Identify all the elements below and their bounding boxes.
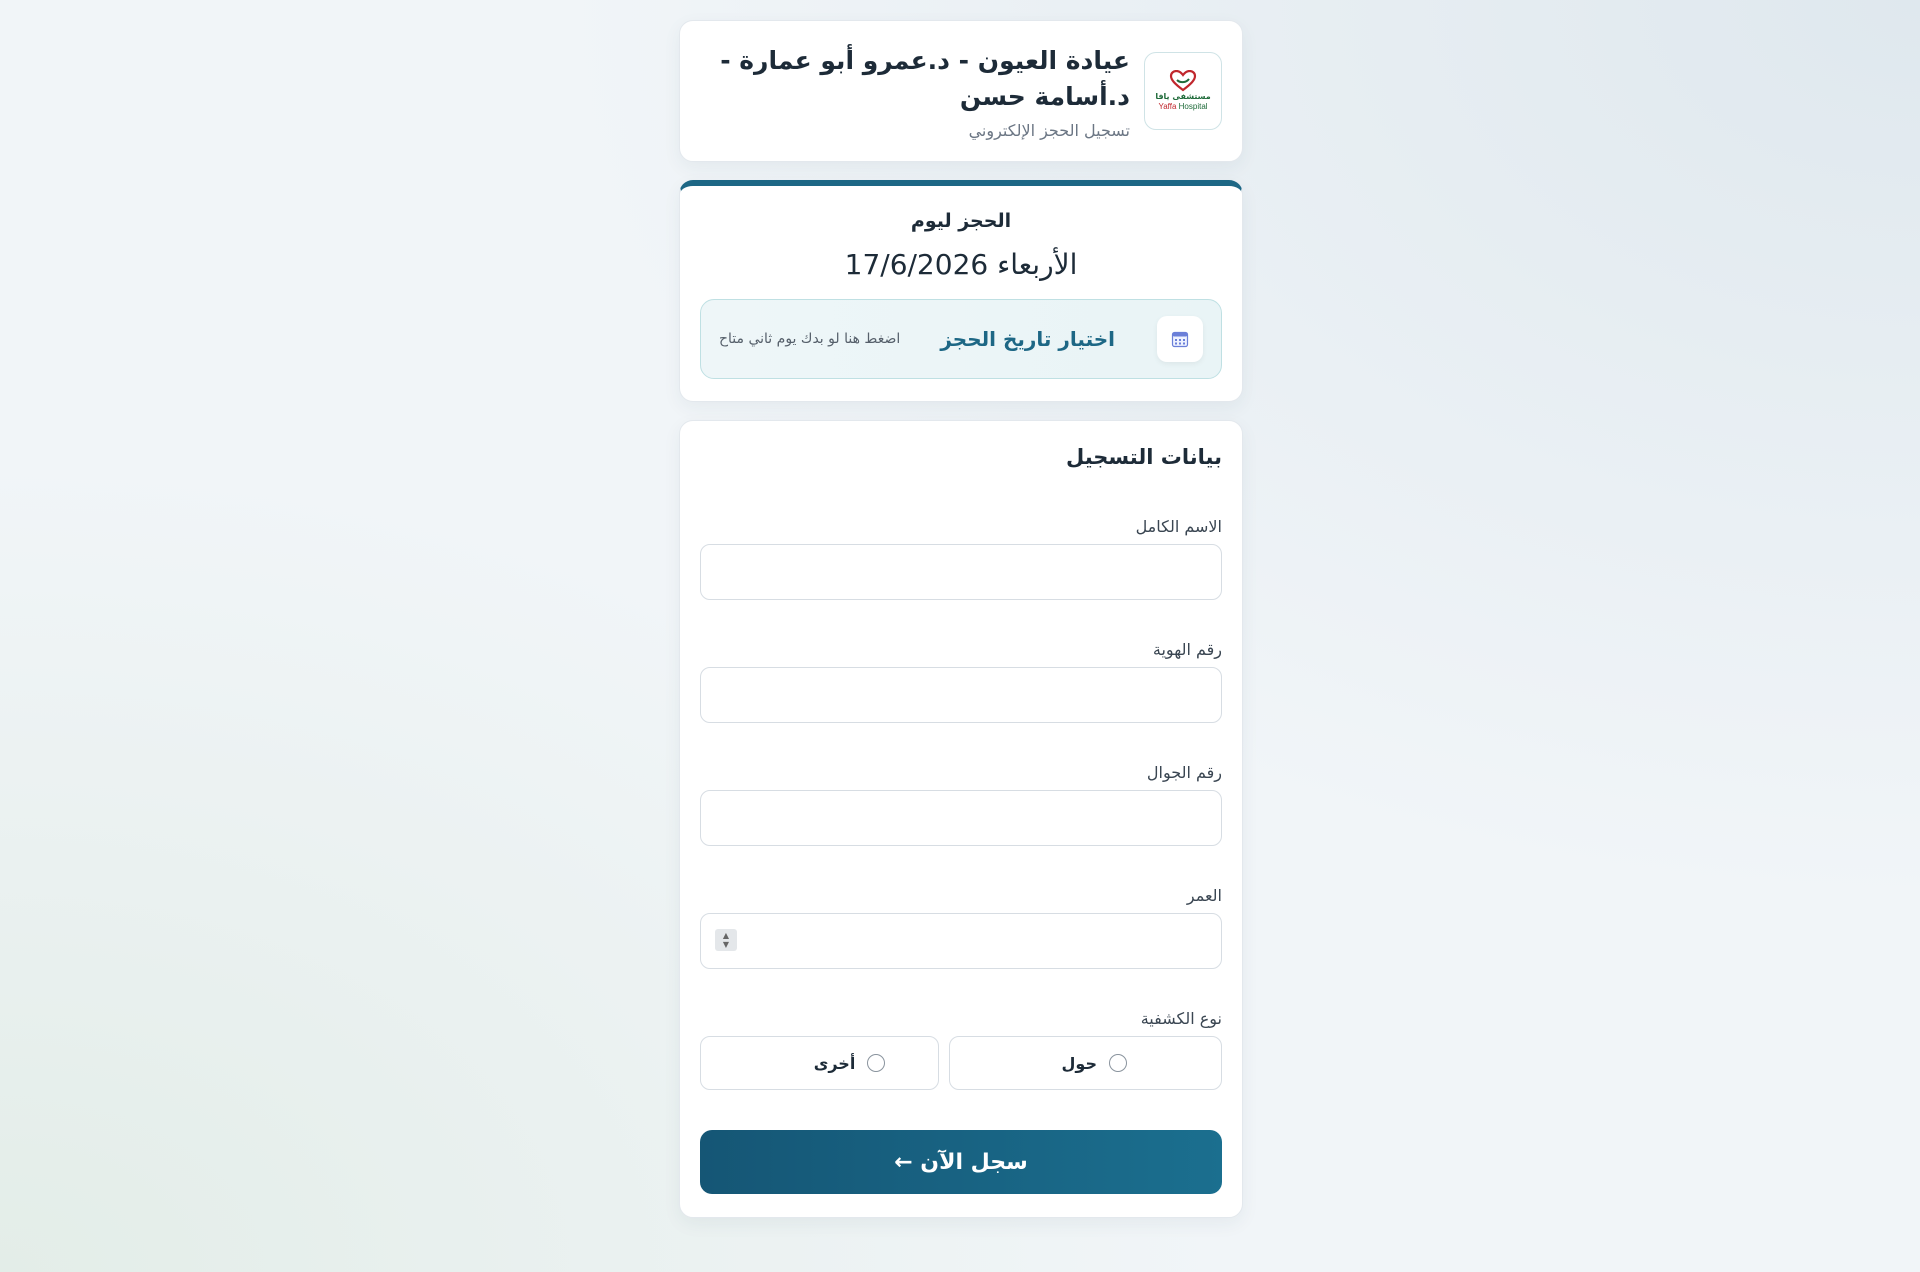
exam-type-option-other[interactable]: أخرى: [700, 1036, 939, 1090]
mobile-field: رقم الجوال: [700, 763, 1222, 846]
radio-button[interactable]: [867, 1054, 886, 1072]
age-spinner[interactable]: ▲ ▼: [715, 929, 737, 951]
logo-english-text: Yaffa Hospital: [1158, 102, 1208, 111]
full-name-field: الاسم الكامل: [700, 517, 1222, 600]
age-label: العمر: [1186, 886, 1222, 905]
heart-logo-icon: [1169, 70, 1197, 92]
logo-arabic-text: مستشفى يافا: [1155, 92, 1211, 101]
form-section-title: بيانات التسجيل: [1065, 445, 1222, 469]
id-number-label: رقم الهوية: [1152, 640, 1222, 659]
exam-type-options: حول أخرى: [700, 1036, 1222, 1090]
age-field: العمر ▲ ▼: [700, 886, 1222, 969]
age-input-wrapper: ▲ ▼: [700, 913, 1222, 969]
date-picker-title: اختيار تاريخ الحجز: [940, 327, 1115, 351]
exam-type-field: نوع الكشفية حول أخرى: [700, 1009, 1222, 1090]
id-number-input[interactable]: [700, 667, 1222, 723]
spinner-down-icon[interactable]: ▼: [723, 940, 729, 949]
spinner-up-icon[interactable]: ▲: [723, 931, 729, 940]
radio-label: حول: [1061, 1053, 1097, 1073]
booking-date-label: الحجز ليوم: [910, 210, 1012, 232]
clinic-title: عيادة العيون - د.عمرو أبو عمارة - د.أسام…: [720, 45, 1130, 111]
hospital-logo: مستشفى يافا Yaffa Hospital: [1144, 52, 1222, 130]
exam-type-label: نوع الكشفية: [1140, 1009, 1222, 1028]
header-card: مستشفى يافا Yaffa Hospital عيادة العيون …: [679, 20, 1243, 162]
clinic-subtitle: تسجيل الحجز الإلكتروني: [968, 120, 1130, 140]
radio-button[interactable]: [1109, 1054, 1127, 1072]
mobile-label: رقم الجوال: [1146, 763, 1222, 782]
calendar-icon[interactable]: [1157, 316, 1203, 362]
booking-date-value: الأربعاء 17/6/2026: [844, 248, 1078, 281]
full-name-input[interactable]: [700, 544, 1222, 600]
date-picker-hint: اضغط هنا لو بدك يوم ثاني متاح: [719, 331, 901, 347]
booking-date-card: الحجز ليوم الأربعاء 17/6/2026 اختيار تار…: [679, 180, 1243, 402]
age-input[interactable]: [700, 913, 1222, 969]
registration-form-card: بيانات التسجيل الاسم الكامل رقم الهوية ر…: [679, 420, 1243, 1218]
submit-button[interactable]: سجل الآن ←: [700, 1130, 1222, 1194]
full-name-label: الاسم الكامل: [1135, 517, 1222, 536]
radio-label: أخرى: [813, 1053, 856, 1073]
header-text: عيادة العيون - د.عمرو أبو عمارة - د.أسام…: [700, 43, 1130, 140]
date-picker-button[interactable]: اختيار تاريخ الحجز اضغط هنا لو بدك يوم ث…: [700, 299, 1222, 379]
page-column: مستشفى يافا Yaffa Hospital عيادة العيون …: [679, 20, 1243, 1218]
mobile-input[interactable]: [700, 790, 1222, 846]
id-number-field: رقم الهوية: [700, 640, 1222, 723]
exam-type-option-squint[interactable]: حول: [949, 1036, 1222, 1090]
